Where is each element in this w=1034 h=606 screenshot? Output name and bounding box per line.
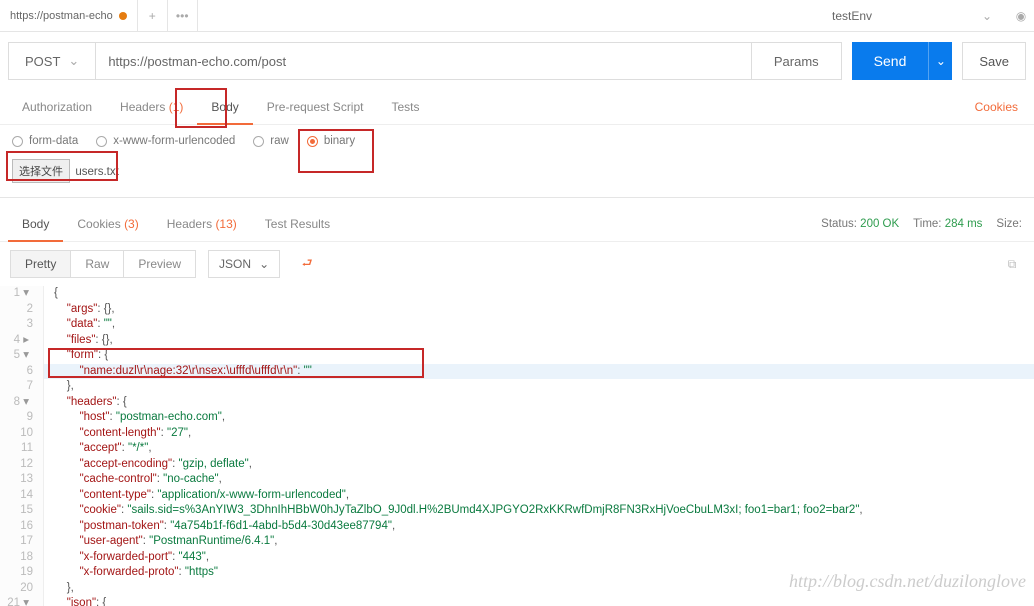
environment-selector[interactable]: testEnv ⌄ [822,9,1002,23]
chevron-down-icon: ⌄ [982,9,992,23]
time-label: Time: 284 ms [913,218,982,230]
response-tabs: Body Cookies (3) Headers (13) Test Resul… [0,207,1034,242]
method-selector[interactable]: POST ⌄ [8,42,96,80]
tab-prerequest[interactable]: Pre-request Script [253,90,378,124]
view-mode-group: Pretty Raw Preview [10,250,196,278]
format-selector[interactable]: JSON ⌄ [208,250,280,278]
chevron-down-icon: ⌄ [259,257,269,271]
status-label: Status: 200 OK [821,218,899,230]
radio-icon [253,136,264,147]
request-tabs: Authorization Headers (1) Body Pre-reque… [0,90,1034,125]
radio-urlencoded[interactable]: x-www-form-urlencoded [96,135,235,147]
resp-tab-headers[interactable]: Headers (13) [153,207,251,241]
send-button[interactable]: Send [852,42,929,80]
view-pretty[interactable]: Pretty [11,251,71,277]
url-value: https://postman-echo.com/post [108,54,286,69]
wrap-lines-icon[interactable]: ⮐ [292,250,322,278]
request-row: POST ⌄ https://postman-echo.com/post Par… [0,32,1034,90]
url-input[interactable]: https://postman-echo.com/post [96,42,752,80]
more-tabs-button[interactable]: ••• [168,0,198,31]
view-raw[interactable]: Raw [71,251,124,277]
radio-icon [12,136,23,147]
resp-tab-body[interactable]: Body [8,207,63,241]
resp-tab-tests[interactable]: Test Results [251,207,344,241]
params-button[interactable]: Params [752,42,842,80]
view-preview[interactable]: Preview [124,251,195,277]
env-preview-icon[interactable]: ◉ [1008,9,1034,23]
chevron-down-icon: ⌄ [936,54,946,68]
radio-icon [96,136,107,147]
tab-headers[interactable]: Headers (1) [106,90,197,124]
divider [0,197,1034,207]
request-tab-label: https://postman-echo [10,10,113,22]
top-tab-bar: https://postman-echo + ••• testEnv ⌄ ◉ [0,0,1034,32]
size-label: Size: [996,218,1022,230]
choose-file-button[interactable]: 选择文件 [12,159,70,183]
radio-formdata[interactable]: form-data [12,135,78,147]
send-dropdown[interactable]: ⌄ [928,42,952,80]
view-controls: Pretty Raw Preview JSON ⌄ ⮐ ⧉ [0,242,1034,286]
file-chooser-row: 选择文件 users.txt [0,157,1034,197]
radio-raw[interactable]: raw [253,135,289,147]
method-label: POST [25,54,60,69]
body-type-selector: form-data x-www-form-urlencoded raw bina… [0,125,1034,157]
unsaved-dot-icon [119,12,127,20]
chevron-down-icon: ⌄ [68,53,79,69]
radio-checked-icon [307,136,318,147]
request-tab[interactable]: https://postman-echo [0,0,138,31]
save-button[interactable]: Save [962,42,1026,80]
add-tab-button[interactable]: + [138,0,168,31]
radio-binary[interactable]: binary [307,135,355,147]
copy-icon[interactable]: ⧉ [1000,257,1024,272]
environment-label: testEnv [832,9,872,23]
tab-tests[interactable]: Tests [377,90,433,124]
resp-tab-cookies[interactable]: Cookies (3) [63,207,152,241]
tab-body[interactable]: Body [197,90,252,124]
response-body[interactable]: 1 ▾{ 2 "args": {}, 3 "data": "", 4 ▸ "fi… [0,286,1034,606]
chosen-file-name: users.txt [75,166,118,178]
cookies-link[interactable]: Cookies [967,90,1026,124]
response-status: Status: 200 OK Time: 284 ms Size: [817,208,1026,240]
tab-authorization[interactable]: Authorization [8,90,106,124]
